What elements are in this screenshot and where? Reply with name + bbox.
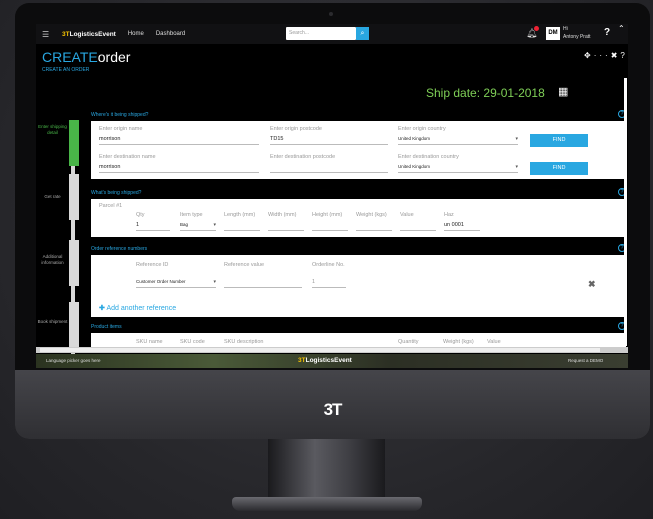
dest-country-select[interactable]: United Kingdom	[398, 164, 518, 173]
origin-country-label: Enter origin country	[398, 126, 446, 132]
more-icon: ···	[593, 51, 611, 60]
ref-value-label: Reference value	[224, 262, 265, 268]
origin-postcode-field[interactable]: TD15	[270, 136, 388, 145]
window-tools[interactable]: ✥···✖?	[584, 51, 628, 60]
col-width: Width (mm)	[268, 212, 297, 218]
find-destination-button[interactable]: FIND	[530, 162, 588, 175]
width-field[interactable]	[268, 222, 304, 231]
page-title: CREATEorder	[42, 49, 131, 65]
height-field[interactable]	[312, 222, 348, 231]
col-quantity: Quantity	[398, 339, 419, 345]
monitor-chin: 3T	[15, 370, 650, 439]
col-sku-code: SKU code	[180, 339, 205, 345]
origin-name-label: Enter origin name	[99, 126, 143, 132]
parcel-panel: Parcel #1 Qty Item type Length (mm) Widt…	[91, 199, 626, 237]
avatar[interactable]: DM	[546, 27, 560, 40]
add-reference-button[interactable]: ✚ Add another reference	[99, 304, 176, 312]
products-heading: Product items?	[91, 322, 626, 330]
user-name[interactable]: Antony Pratt	[563, 34, 591, 40]
step-label-shipping[interactable]: Enter shipping detail	[36, 124, 69, 136]
shipping-panel: Enter origin name morrison Enter origin …	[91, 121, 626, 179]
shipping-heading: Where's it being shipped??	[91, 110, 626, 118]
nav-home[interactable]: Home	[128, 31, 144, 37]
greeting: Hi	[563, 26, 568, 32]
close-icon: ✖	[610, 51, 621, 60]
nav-dashboard[interactable]: Dashboard	[156, 31, 185, 37]
qty-field[interactable]: 1	[136, 222, 170, 231]
item-type-select[interactable]: Bag	[180, 222, 216, 231]
col-value: Value	[487, 339, 501, 345]
monitor-stand	[268, 439, 385, 501]
dest-name-label: Enter destination name	[99, 154, 156, 160]
step-label-book[interactable]: Book shipment	[36, 319, 69, 325]
step-label-rate[interactable]: Get rate	[36, 194, 69, 200]
col-weight: Weight (kgs)	[356, 212, 387, 218]
ref-id-label: Reference ID	[136, 262, 169, 268]
page-subtitle: CREATE AN ORDER	[42, 67, 90, 73]
col-height: Height (mm)	[312, 212, 343, 218]
haz-field[interactable]: un 0001	[444, 222, 480, 231]
monitor-base	[232, 497, 422, 511]
origin-postcode-label: Enter origin postcode	[270, 126, 322, 132]
brand-logo[interactable]: 3TLogisticsEvent	[62, 31, 116, 38]
webcam	[329, 12, 333, 16]
language-picker[interactable]: Language picker goes here	[46, 358, 101, 363]
request-demo-link[interactable]: Request a DEMO	[568, 358, 603, 363]
col-weight: Weight (kgs)	[443, 339, 474, 345]
dest-name-field[interactable]: morrison	[99, 164, 259, 173]
step-marker-additional[interactable]	[69, 240, 79, 286]
monitor-logo: 3T	[323, 400, 343, 419]
search-input[interactable]: Search...	[286, 27, 356, 40]
notification-dot	[534, 26, 539, 31]
ref-value-field[interactable]	[224, 279, 302, 288]
move-icon: ✥	[584, 51, 594, 60]
step-marker-book[interactable]	[69, 302, 79, 348]
dest-postcode-label: Enter destination postcode	[270, 154, 336, 160]
calendar-icon[interactable]: ▦	[558, 85, 568, 98]
col-value: Value	[400, 212, 414, 218]
app-screen: ☰ 3TLogisticsEvent Home Dashboard Search…	[36, 24, 628, 368]
col-sku-description: SKU description	[224, 339, 264, 345]
orderline-label: Orderline No.	[312, 262, 345, 268]
ref-id-select[interactable]: Customer Order Number	[136, 279, 216, 288]
chevron-up-icon[interactable]: ⌃	[618, 24, 625, 33]
col-qty: Qty	[136, 212, 145, 218]
search-icon[interactable]: ⌕	[356, 27, 369, 40]
plus-icon: ✚	[99, 305, 105, 312]
orderline-stepper[interactable]: 1	[312, 279, 346, 288]
products-panel: SKU name SKU code SKU description Quanti…	[91, 333, 626, 347]
find-origin-button[interactable]: FIND	[530, 134, 588, 147]
length-field[interactable]	[224, 222, 260, 231]
vertical-scrollbar[interactable]	[624, 78, 627, 346]
step-marker-shipping[interactable]	[69, 120, 79, 166]
col-length: Length (mm)	[224, 212, 256, 218]
parcel-heading: What's being shipped??	[91, 188, 626, 196]
step-label-additional[interactable]: Additional information	[36, 254, 69, 266]
reference-panel: Reference ID Reference value Orderline N…	[91, 255, 626, 317]
scene: 3T ☰ 3TLogisticsEvent Home Dashboard Sea…	[0, 0, 653, 519]
col-sku-name: SKU name	[136, 339, 163, 345]
help-icon[interactable]: ?	[604, 27, 610, 38]
col-haz: Haz	[444, 212, 454, 218]
parcel-title: Parcel #1	[99, 203, 123, 209]
footer: Language picker goes here 3TLogisticsEve…	[36, 354, 628, 368]
close-icon[interactable]: ✖	[588, 279, 596, 290]
dest-country-label: Enter destination country	[398, 154, 459, 160]
col-item-type: Item type	[180, 212, 203, 218]
menu-icon[interactable]: ☰	[42, 30, 56, 39]
scrollbar-thumb[interactable]	[40, 348, 600, 352]
origin-name-field[interactable]: morrison	[99, 136, 259, 145]
value-field[interactable]	[400, 222, 436, 231]
footer-brand: 3TLogisticsEvent	[298, 357, 352, 364]
ship-date[interactable]: Ship date: 29-01-2018	[426, 86, 545, 100]
help-icon: ?	[620, 51, 628, 60]
reference-heading: Order reference numbers?	[91, 244, 626, 252]
dest-postcode-field[interactable]	[270, 164, 388, 173]
step-marker-rate[interactable]	[69, 174, 79, 220]
weight-field[interactable]	[356, 222, 392, 231]
origin-country-select[interactable]: United Kingdom	[398, 136, 518, 145]
